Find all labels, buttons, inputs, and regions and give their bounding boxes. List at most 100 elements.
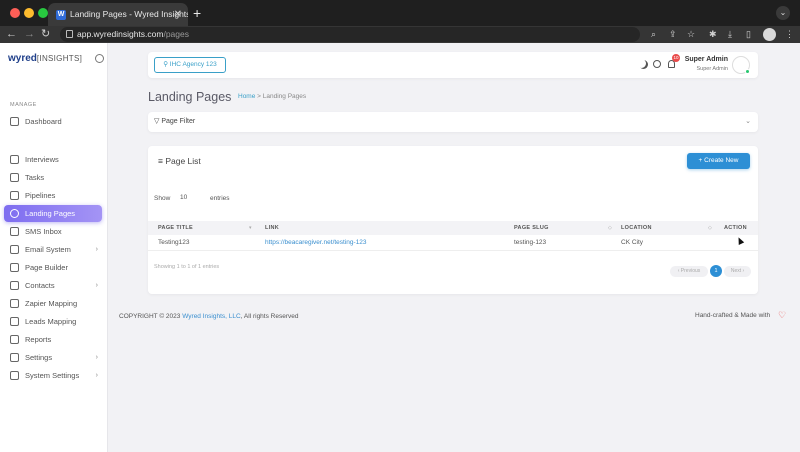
maximize-window-icon[interactable] bbox=[38, 8, 48, 18]
app-window: wyred[INSIGHTS] MANAGE Dashboard Intervie… bbox=[0, 43, 800, 452]
browser-tab-bar: W Landing Pages - Wyred Insights ✕ + ⌄ bbox=[0, 0, 800, 26]
sidebar-item-dashboard[interactable]: Dashboard bbox=[4, 113, 102, 130]
logo-brand: wyred bbox=[8, 53, 37, 64]
sidebar-item-label: System Settings bbox=[25, 371, 80, 380]
map-icon bbox=[10, 317, 19, 326]
sidebar-item-sms-inbox[interactable]: SMS Inbox bbox=[4, 223, 102, 240]
sidebar-item-zapier-mapping[interactable]: Zapier Mapping bbox=[4, 295, 102, 312]
breadcrumb-home[interactable]: Home bbox=[238, 93, 255, 100]
sidebar-item-system-settings[interactable]: System Settings › bbox=[4, 367, 102, 384]
chevron-right-icon: › bbox=[95, 354, 98, 361]
sidebar-item-page-builder[interactable]: Page Builder bbox=[4, 259, 102, 276]
back-icon[interactable]: ← bbox=[6, 27, 17, 42]
url-host: app.wyredinsights.com bbox=[77, 29, 164, 39]
logo[interactable]: wyred[INSIGHTS] bbox=[8, 52, 82, 66]
browser-address-bar: ← → ↻ app.wyredinsights.com/pages ⌕ ⇪ ☆ … bbox=[0, 26, 800, 43]
entries-label: entries bbox=[210, 195, 230, 202]
close-window-icon[interactable] bbox=[10, 8, 20, 18]
previous-page-button[interactable]: ‹ Previous bbox=[670, 266, 708, 277]
sidebar-item-label: Contacts bbox=[25, 281, 55, 290]
menu-section-label: MANAGE bbox=[10, 102, 37, 108]
sidebar-item-tasks[interactable]: Tasks bbox=[4, 169, 102, 186]
user-name[interactable]: Super Admin bbox=[685, 56, 728, 63]
url-path: /pages bbox=[163, 29, 189, 39]
zap-icon bbox=[10, 299, 19, 308]
chevron-right-icon: › bbox=[95, 246, 98, 253]
moon-icon[interactable] bbox=[639, 60, 648, 69]
tab-title: Landing Pages - Wyred Insights bbox=[70, 9, 188, 19]
browser-menu-icon[interactable]: ⋮ bbox=[785, 28, 794, 41]
sidebar-item-label: SMS Inbox bbox=[25, 227, 62, 236]
tab-close-icon[interactable]: ✕ bbox=[174, 3, 182, 26]
footer-right-text: Hand-crafted & Made with bbox=[695, 312, 771, 319]
cell-page-title: Testing123 bbox=[158, 239, 190, 246]
column-header-location[interactable]: LOCATION bbox=[621, 221, 652, 235]
footer-brand-link[interactable]: Wyred Insights, LLC bbox=[182, 313, 240, 320]
sort-icon[interactable]: ▾ bbox=[249, 221, 252, 235]
clock-icon bbox=[10, 155, 19, 164]
report-icon bbox=[10, 335, 19, 344]
sidebar-toggle-icon[interactable] bbox=[95, 54, 104, 63]
copyright-prefix: COPYRIGHT © 2023 bbox=[119, 313, 181, 320]
browser-tab[interactable]: W Landing Pages - Wyred Insights ✕ bbox=[48, 3, 188, 26]
new-tab-icon[interactable]: + bbox=[193, 4, 201, 22]
url-input[interactable]: app.wyredinsights.com/pages bbox=[60, 27, 640, 42]
sidebar-panel-icon[interactable]: ▯ bbox=[746, 28, 751, 41]
sidebar-item-pipelines[interactable]: Pipelines bbox=[4, 187, 102, 204]
cell-location: CK City bbox=[621, 239, 644, 246]
chevron-down-icon[interactable]: ⌄ bbox=[745, 112, 751, 132]
cell-link[interactable]: https://beacaregiver.net/testing-123 bbox=[265, 235, 367, 251]
sidebar-item-label: Landing Pages bbox=[25, 209, 76, 218]
forward-icon[interactable]: → bbox=[24, 27, 35, 42]
next-page-button[interactable]: Next › bbox=[724, 266, 751, 277]
logo-rest: [INSIGHTS] bbox=[36, 54, 83, 63]
sidebar-item-label: Leads Mapping bbox=[25, 317, 77, 326]
gear-icon bbox=[10, 371, 19, 380]
column-header-slug[interactable]: PAGE SLUG bbox=[514, 221, 549, 235]
column-header-link[interactable]: LINK bbox=[265, 221, 279, 235]
table-info: Showing 1 to 1 of 1 entries bbox=[154, 264, 220, 270]
filter-icon: ▽ bbox=[154, 118, 160, 125]
search-icon[interactable] bbox=[653, 60, 661, 68]
sidebar-item-label: Settings bbox=[25, 353, 53, 362]
create-new-button[interactable]: + Create New bbox=[687, 153, 750, 169]
table-row: Testing123 https://beacaregiver.net/test… bbox=[148, 235, 758, 251]
sort-icon[interactable]: ◇ bbox=[708, 221, 712, 235]
page-list-card: ≡ Page List + Create New Show 10 entries… bbox=[148, 146, 758, 294]
message-icon bbox=[10, 227, 19, 236]
sidebar-item-contacts[interactable]: Contacts › bbox=[4, 277, 102, 294]
reload-icon[interactable]: ↻ bbox=[41, 27, 50, 42]
entries-select[interactable]: 10 bbox=[174, 191, 204, 204]
bookmark-star-icon[interactable]: ☆ bbox=[687, 28, 695, 41]
zoom-icon[interactable]: ⌕ bbox=[651, 28, 656, 41]
copyright-suffix: , All rights Reserved bbox=[240, 313, 299, 320]
favicon-icon: W bbox=[56, 10, 66, 20]
sidebar-item-label: Tasks bbox=[25, 173, 45, 182]
table-header: PAGE TITLE ▾ LINK PAGE SLUG ◇ LOCATION ◇… bbox=[148, 221, 758, 235]
sidebar-item-reports[interactable]: Reports bbox=[4, 331, 102, 348]
column-header-title[interactable]: PAGE TITLE bbox=[158, 221, 193, 235]
tab-search-icon[interactable]: ⌄ bbox=[776, 6, 790, 20]
globe-icon bbox=[10, 209, 19, 218]
profile-avatar-icon[interactable] bbox=[763, 28, 776, 41]
sidebar-item-settings[interactable]: Settings › bbox=[4, 349, 102, 366]
sidebar: wyred[INSIGHTS] MANAGE Dashboard Intervie… bbox=[0, 43, 108, 452]
share-icon[interactable]: ⇪ bbox=[669, 28, 677, 41]
agency-label: IHC Agency 123 bbox=[169, 61, 217, 68]
sidebar-item-landing-pages[interactable]: Landing Pages bbox=[4, 205, 102, 222]
minimize-window-icon[interactable] bbox=[24, 8, 34, 18]
sidebar-item-label: Interviews bbox=[25, 155, 59, 164]
user-role: Super Admin bbox=[696, 66, 729, 72]
sidebar-item-leads-mapping[interactable]: Leads Mapping bbox=[4, 313, 102, 330]
sidebar-item-label: Reports bbox=[25, 335, 52, 344]
edit-icon bbox=[10, 263, 19, 272]
page-number-button[interactable]: 1 bbox=[710, 265, 722, 277]
cell-page-slug: testing-123 bbox=[514, 239, 547, 246]
download-icon[interactable]: ⤓ bbox=[728, 28, 732, 41]
sidebar-item-interviews[interactable]: Interviews bbox=[4, 151, 102, 168]
sort-icon[interactable]: ◇ bbox=[608, 221, 612, 235]
page-filter-card[interactable]: ▽ Page Filter ⌄ bbox=[148, 112, 758, 132]
agency-switch-button[interactable]: ⚲ IHC Agency 123 bbox=[154, 57, 226, 73]
sidebar-item-email-system[interactable]: Email System › bbox=[4, 241, 102, 258]
extensions-icon[interactable]: ✱ bbox=[709, 28, 717, 41]
